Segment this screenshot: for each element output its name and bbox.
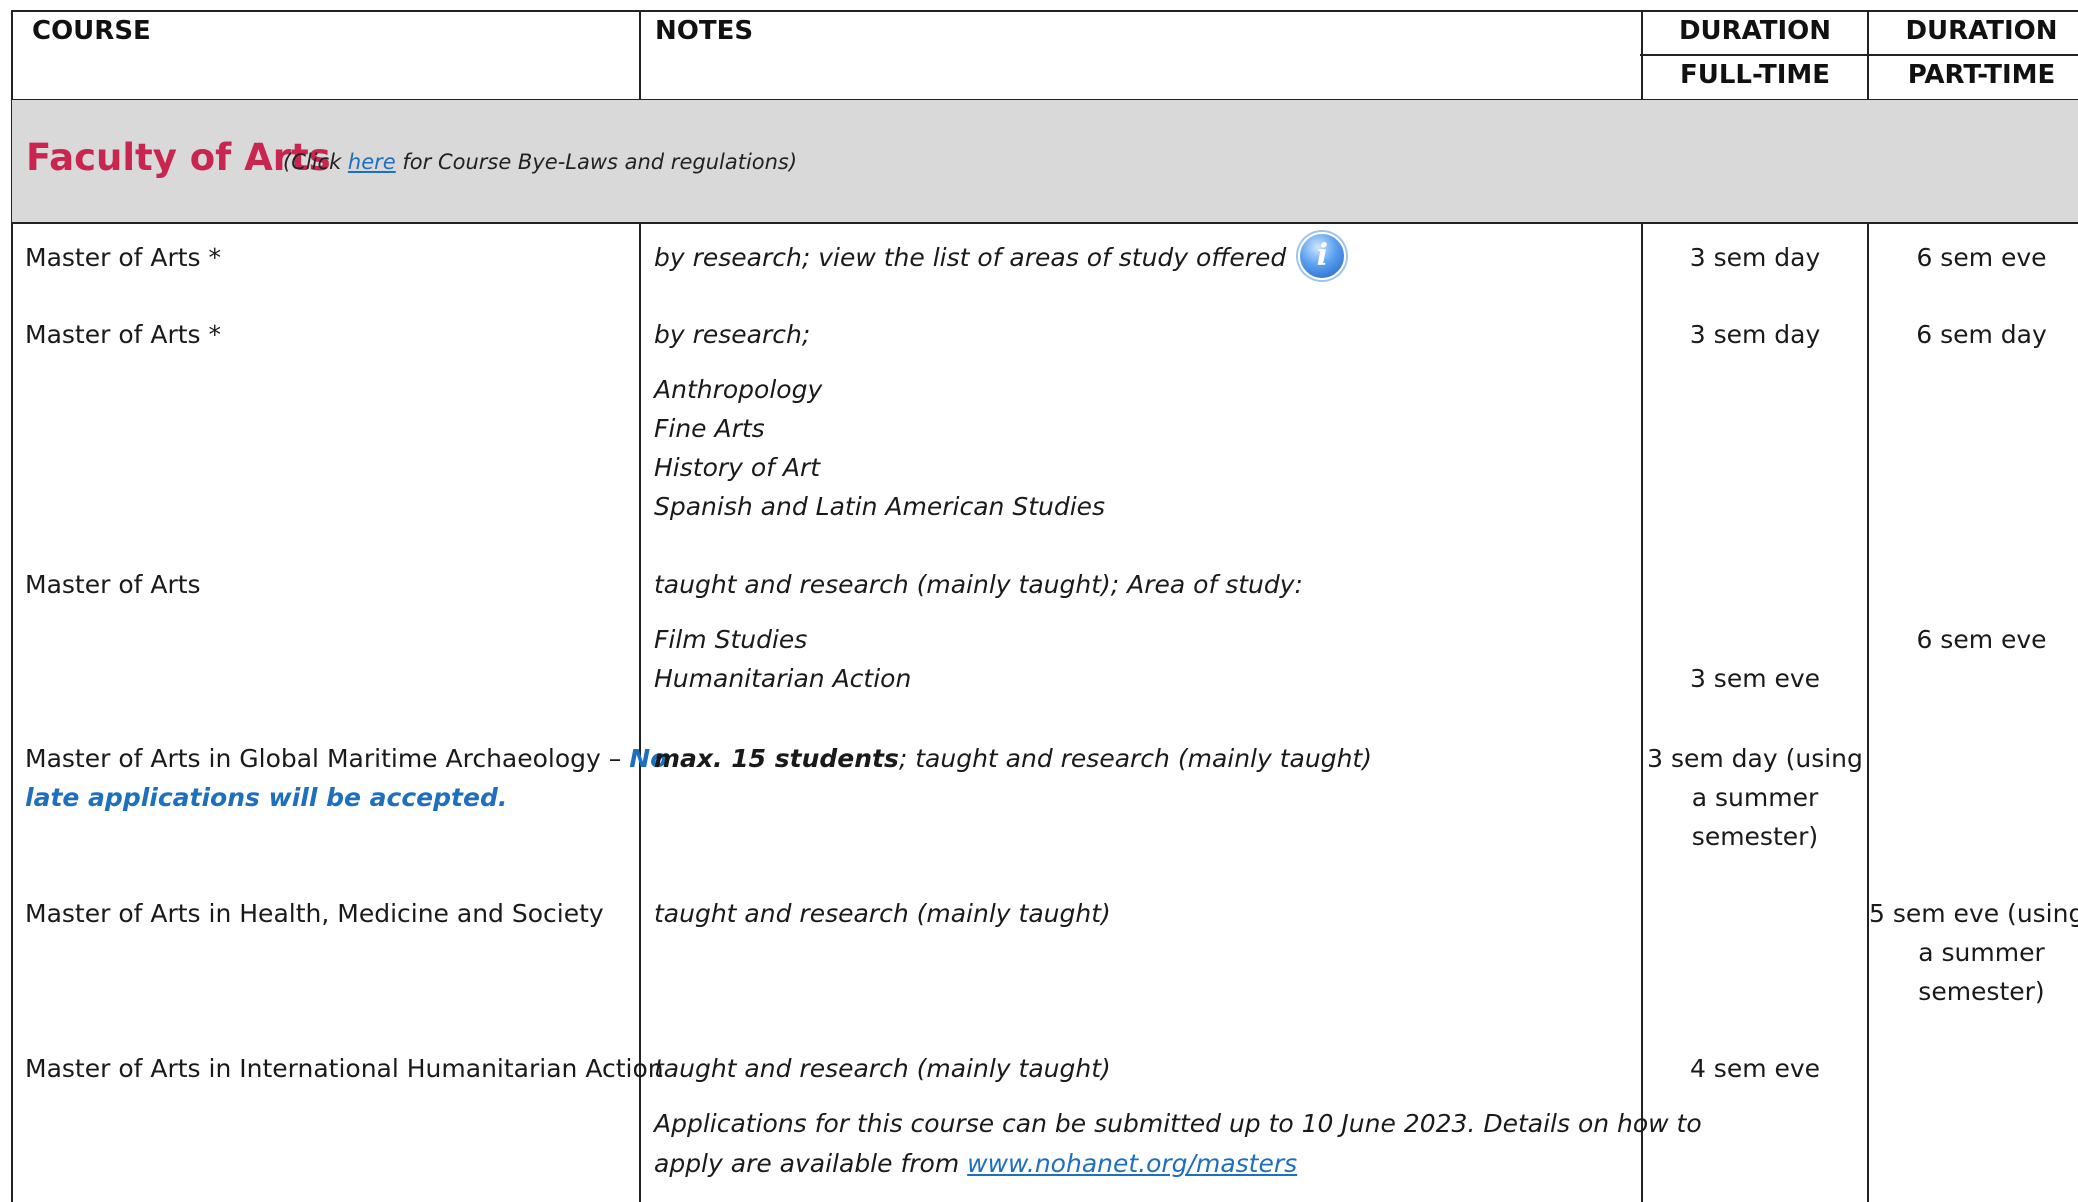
faculty-band-bottom-border bbox=[11, 222, 2078, 224]
course-notes: taught and research (mainly taught) bbox=[654, 1054, 1111, 1083]
course-notes-divider bbox=[639, 10, 641, 100]
column-header-full-time: FULL-TIME bbox=[1679, 60, 1831, 90]
application-details-text: apply are available from bbox=[654, 1149, 968, 1178]
notes-text: by research; view the list of areas of s… bbox=[654, 243, 1287, 272]
course-name: Master of Arts * bbox=[25, 320, 222, 349]
column-header-duration-ft: DURATION bbox=[1678, 16, 1832, 46]
column-header-duration-pt: DURATION bbox=[1905, 16, 2058, 46]
course-notes: by research; bbox=[654, 320, 811, 349]
duration-part-time: 5 sem eve (using bbox=[1869, 899, 2078, 928]
duration-full-time: a summer bbox=[1691, 783, 1819, 812]
duration-full-time: 3 sem eve bbox=[1689, 664, 1821, 693]
course-name: Master of Arts in International Humanita… bbox=[25, 1054, 664, 1083]
column-header-part-time: PART-TIME bbox=[1907, 60, 2056, 90]
course-notes: by research; view the list of areas of s… bbox=[654, 232, 1347, 280]
area-of-study: Spanish and Latin American Studies bbox=[654, 492, 1106, 521]
duration-subheader-divider bbox=[1640, 54, 2078, 56]
column-header-notes: NOTES bbox=[655, 16, 754, 46]
course-name: Master of Arts in Global Maritime Archae… bbox=[25, 739, 667, 778]
area-of-study: Humanitarian Action bbox=[654, 664, 912, 693]
faculty-note-suffix: for Course Bye-Laws and regulations) bbox=[395, 150, 798, 174]
duration-full-time: 3 sem day bbox=[1689, 243, 1821, 272]
area-of-study: Film Studies bbox=[654, 625, 808, 654]
notes-text: ; taught and research (mainly taught) bbox=[898, 744, 1372, 773]
max-students-note: max. 15 students bbox=[654, 744, 899, 773]
application-details: apply are available from www.nohanet.org… bbox=[654, 1144, 1297, 1183]
duration-part-time: semester) bbox=[1918, 977, 2045, 1006]
duration-part-time: 6 sem day bbox=[1916, 320, 2047, 349]
late-warning-text: late applications will be accepted. bbox=[25, 783, 508, 812]
application-details: Applications for this course can be subm… bbox=[654, 1109, 1702, 1138]
table-top-border bbox=[11, 10, 2078, 12]
duration-full-time: semester) bbox=[1691, 822, 1819, 851]
area-of-study: History of Art bbox=[654, 453, 821, 482]
duration-full-time: 3 sem day bbox=[1689, 320, 1821, 349]
course-notes: max. 15 students; taught and research (m… bbox=[654, 739, 1372, 778]
info-icon[interactable]: i bbox=[1298, 232, 1347, 280]
course-name: Master of Arts bbox=[25, 570, 201, 599]
faculty-note: (Click here for Course Bye-Laws and regu… bbox=[283, 150, 797, 174]
duration-full-time: 3 sem day (using bbox=[1647, 744, 1863, 773]
nohanet-link[interactable]: www.nohanet.org/masters bbox=[967, 1149, 1297, 1178]
area-of-study: Fine Arts bbox=[654, 414, 765, 443]
course-name-text: Master of Arts in Global Maritime Archae… bbox=[25, 744, 630, 773]
duration-part-time: 6 sem eve bbox=[1916, 243, 2047, 272]
duration-full-time: 4 sem eve bbox=[1689, 1054, 1821, 1083]
column-header-course: COURSE bbox=[32, 16, 151, 46]
bye-laws-link[interactable]: here bbox=[348, 150, 396, 174]
fulltime-parttime-divider-body bbox=[1867, 222, 1869, 1202]
duration-part-time: a summer bbox=[1918, 938, 2045, 967]
faculty-note-prefix: (Click bbox=[283, 150, 348, 174]
area-of-study: Anthropology bbox=[654, 375, 823, 404]
course-name: Master of Arts * bbox=[25, 243, 222, 272]
course-name: Master of Arts in Health, Medicine and S… bbox=[25, 899, 604, 928]
course-notes: taught and research (mainly taught); Are… bbox=[654, 570, 1303, 599]
course-notes: taught and research (mainly taught) bbox=[654, 899, 1111, 928]
duration-part-time: 6 sem eve bbox=[1916, 625, 2047, 654]
